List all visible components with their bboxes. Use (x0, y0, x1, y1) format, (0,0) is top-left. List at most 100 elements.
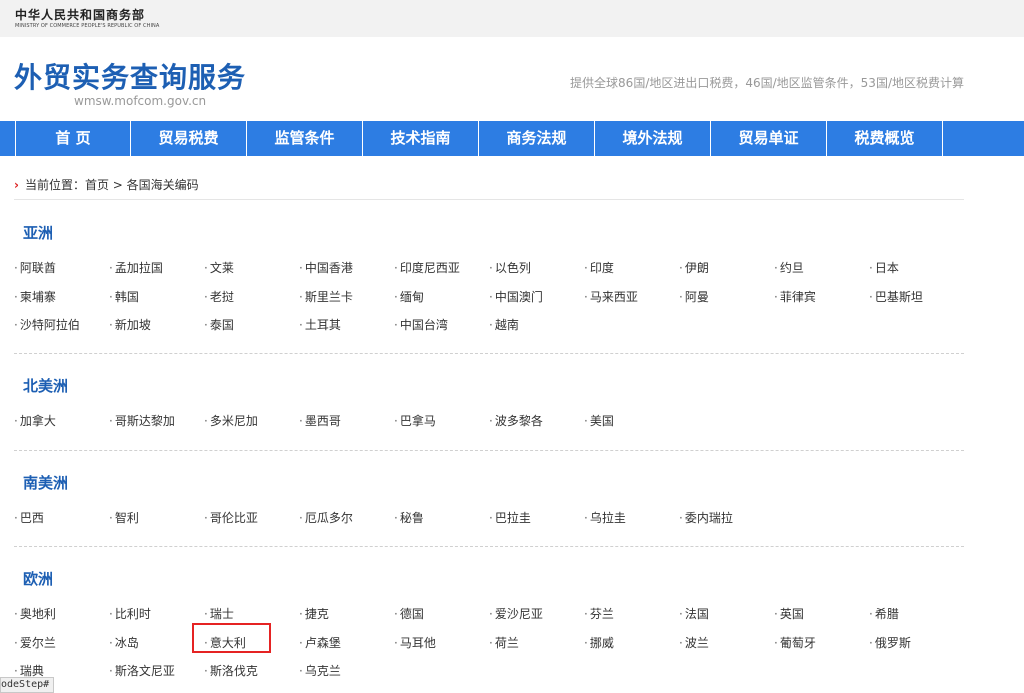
country-link[interactable]: · 印度尼西亚 (394, 254, 489, 283)
country-name: 加拿大 (19, 414, 56, 428)
country-link[interactable]: · 奥地利 (14, 600, 109, 629)
country-link[interactable]: · 巴基斯坦 (869, 283, 964, 312)
country-link[interactable]: · 英国 (774, 600, 869, 629)
country-name: 秘鲁 (399, 511, 424, 525)
country-link[interactable]: · 法国 (679, 600, 774, 629)
nav-item-trade-tax[interactable]: 贸易税费 (131, 121, 247, 156)
country-link[interactable]: · 中国香港 (299, 254, 394, 283)
country-link[interactable]: · 智利 (109, 504, 204, 533)
country-link[interactable]: · 委内瑞拉 (679, 504, 774, 533)
country-link[interactable]: · 多米尼加 (204, 407, 299, 436)
nav-item-regulatory[interactable]: 监管条件 (247, 121, 363, 156)
country-name: 冰岛 (114, 635, 139, 650)
country-link[interactable]: · 菲律宾 (774, 283, 869, 312)
nav-item-technical-guide[interactable]: 技术指南 (363, 121, 479, 156)
country-link[interactable]: · 墨西哥 (299, 407, 394, 436)
country-link[interactable]: · 希腊 (869, 600, 964, 629)
country-name: 墨西哥 (304, 414, 341, 428)
country-link[interactable]: · 荷兰 (489, 629, 584, 658)
country-link[interactable]: · 波兰 (679, 629, 774, 658)
country-name: 卢森堡 (304, 635, 341, 650)
breadcrumb-home-link[interactable]: 首页 (85, 178, 109, 192)
country-link[interactable]: · 波多黎各 (489, 407, 584, 436)
country-link[interactable]: · 芬兰 (584, 600, 679, 629)
bullet-icon: · (489, 607, 493, 621)
country-name: 哥斯达黎加 (114, 414, 175, 428)
country-link[interactable]: · 卢森堡 (299, 629, 394, 658)
country-link[interactable]: · 韩国 (109, 283, 204, 312)
country-link[interactable]: · 柬埔寨 (14, 283, 109, 312)
bullet-icon: · (109, 318, 113, 332)
country-name: 瑞典 (19, 664, 44, 678)
country-name: 多米尼加 (209, 414, 258, 428)
country-link[interactable]: · 比利时 (109, 600, 204, 629)
country-link[interactable]: · 冰岛 (109, 629, 204, 658)
country-link[interactable]: · 中国澳门 (489, 283, 584, 312)
country-link[interactable]: · 俄罗斯 (869, 629, 964, 658)
country-link[interactable]: · 日本 (869, 254, 964, 283)
nav-item-tax-overview[interactable]: 税费概览 (827, 121, 943, 156)
country-link[interactable]: · 沙特阿拉伯 (14, 311, 109, 340)
country-name: 马耳他 (399, 635, 436, 650)
country-link[interactable]: · 马耳他 (394, 629, 489, 658)
country-link[interactable]: · 加拿大 (14, 407, 109, 436)
bullet-icon: · (109, 635, 113, 650)
bullet-icon: · (14, 635, 18, 650)
bullet-icon: · (14, 261, 18, 275)
country-link[interactable]: · 孟加拉国 (109, 254, 204, 283)
country-link[interactable]: · 斯里兰卡 (299, 283, 394, 312)
country-link[interactable]: · 约旦 (774, 254, 869, 283)
country-link[interactable]: · 厄瓜多尔 (299, 504, 394, 533)
country-link[interactable]: · 挪威 (584, 629, 679, 658)
country-link[interactable]: · 斯洛文尼亚 (109, 657, 204, 686)
country-link[interactable]: · 捷克 (299, 600, 394, 629)
nav-item-trade-documents[interactable]: 贸易单证 (711, 121, 827, 156)
country-link[interactable]: · 乌克兰 (299, 657, 394, 686)
country-link[interactable]: · 美国 (584, 407, 679, 436)
country-link[interactable]: · 马来西亚 (584, 283, 679, 312)
nav-item-foreign-law[interactable]: 境外法规 (595, 121, 711, 156)
country-name: 瑞士 (209, 607, 234, 621)
country-link[interactable]: · 以色列 (489, 254, 584, 283)
breadcrumb-current: 各国海关编码 (126, 178, 199, 192)
bullet-icon: · (299, 414, 303, 428)
bullet-icon: · (584, 511, 588, 525)
bullet-icon: · (489, 318, 493, 332)
country-link[interactable]: · 哥斯达黎加 (109, 407, 204, 436)
region-north-america: 北美洲 · 加拿大 · 哥斯达黎加 · 多米尼加 · 墨西哥 · 巴拿马 · 波多黎各 · 美国 (14, 374, 964, 436)
country-link[interactable]: · 哥伦比亚 (204, 504, 299, 533)
country-link[interactable]: · 秘鲁 (394, 504, 489, 533)
country-link[interactable]: · 新加坡 (109, 311, 204, 340)
site-title[interactable]: 外贸实务查询服务 (14, 56, 246, 96)
nav-item-home[interactable]: 首 页 (15, 121, 131, 156)
country-link[interactable]: · 越南 (489, 311, 584, 340)
country-link[interactable]: · 斯洛伐克 (204, 657, 299, 686)
country-link[interactable]: · 巴拿马 (394, 407, 489, 436)
country-link[interactable]: · 泰国 (204, 311, 299, 340)
country-link[interactable]: · 乌拉圭 (584, 504, 679, 533)
bullet-icon: · (109, 289, 113, 304)
country-link[interactable]: · 葡萄牙 (774, 629, 869, 658)
country-link[interactable]: · 巴西 (14, 504, 109, 533)
country-name: 中国澳门 (494, 289, 543, 304)
country-link[interactable]: · 缅甸 (394, 283, 489, 312)
country-link[interactable]: · 印度 (584, 254, 679, 283)
bullet-icon: · (299, 289, 303, 304)
country-link[interactable]: · 爱尔兰 (14, 629, 109, 658)
bullet-icon: · (299, 318, 303, 332)
country-link[interactable]: · 阿曼 (679, 283, 774, 312)
top-bar: 中华人民共和国商务部 MINISTRY OF COMMERCE PEOPLE'S… (0, 0, 1024, 37)
country-link[interactable]: · 伊朗 (679, 254, 774, 283)
bullet-icon: · (204, 318, 208, 332)
country-link[interactable]: · 文莱 (204, 254, 299, 283)
country-link[interactable]: · 德国 (394, 600, 489, 629)
country-link[interactable]: · 巴拉圭 (489, 504, 584, 533)
country-name: 斯洛文尼亚 (114, 664, 175, 678)
country-link[interactable]: · 中国台湾 (394, 311, 489, 340)
country-link[interactable]: · 土耳其 (299, 311, 394, 340)
country-link[interactable]: · 阿联酋 (14, 254, 109, 283)
country-link[interactable]: · 爱沙尼亚 (489, 600, 584, 629)
country-name: 文莱 (209, 261, 234, 275)
nav-item-commerce-law[interactable]: 商务法规 (479, 121, 595, 156)
country-link[interactable]: · 老挝 (204, 283, 299, 312)
